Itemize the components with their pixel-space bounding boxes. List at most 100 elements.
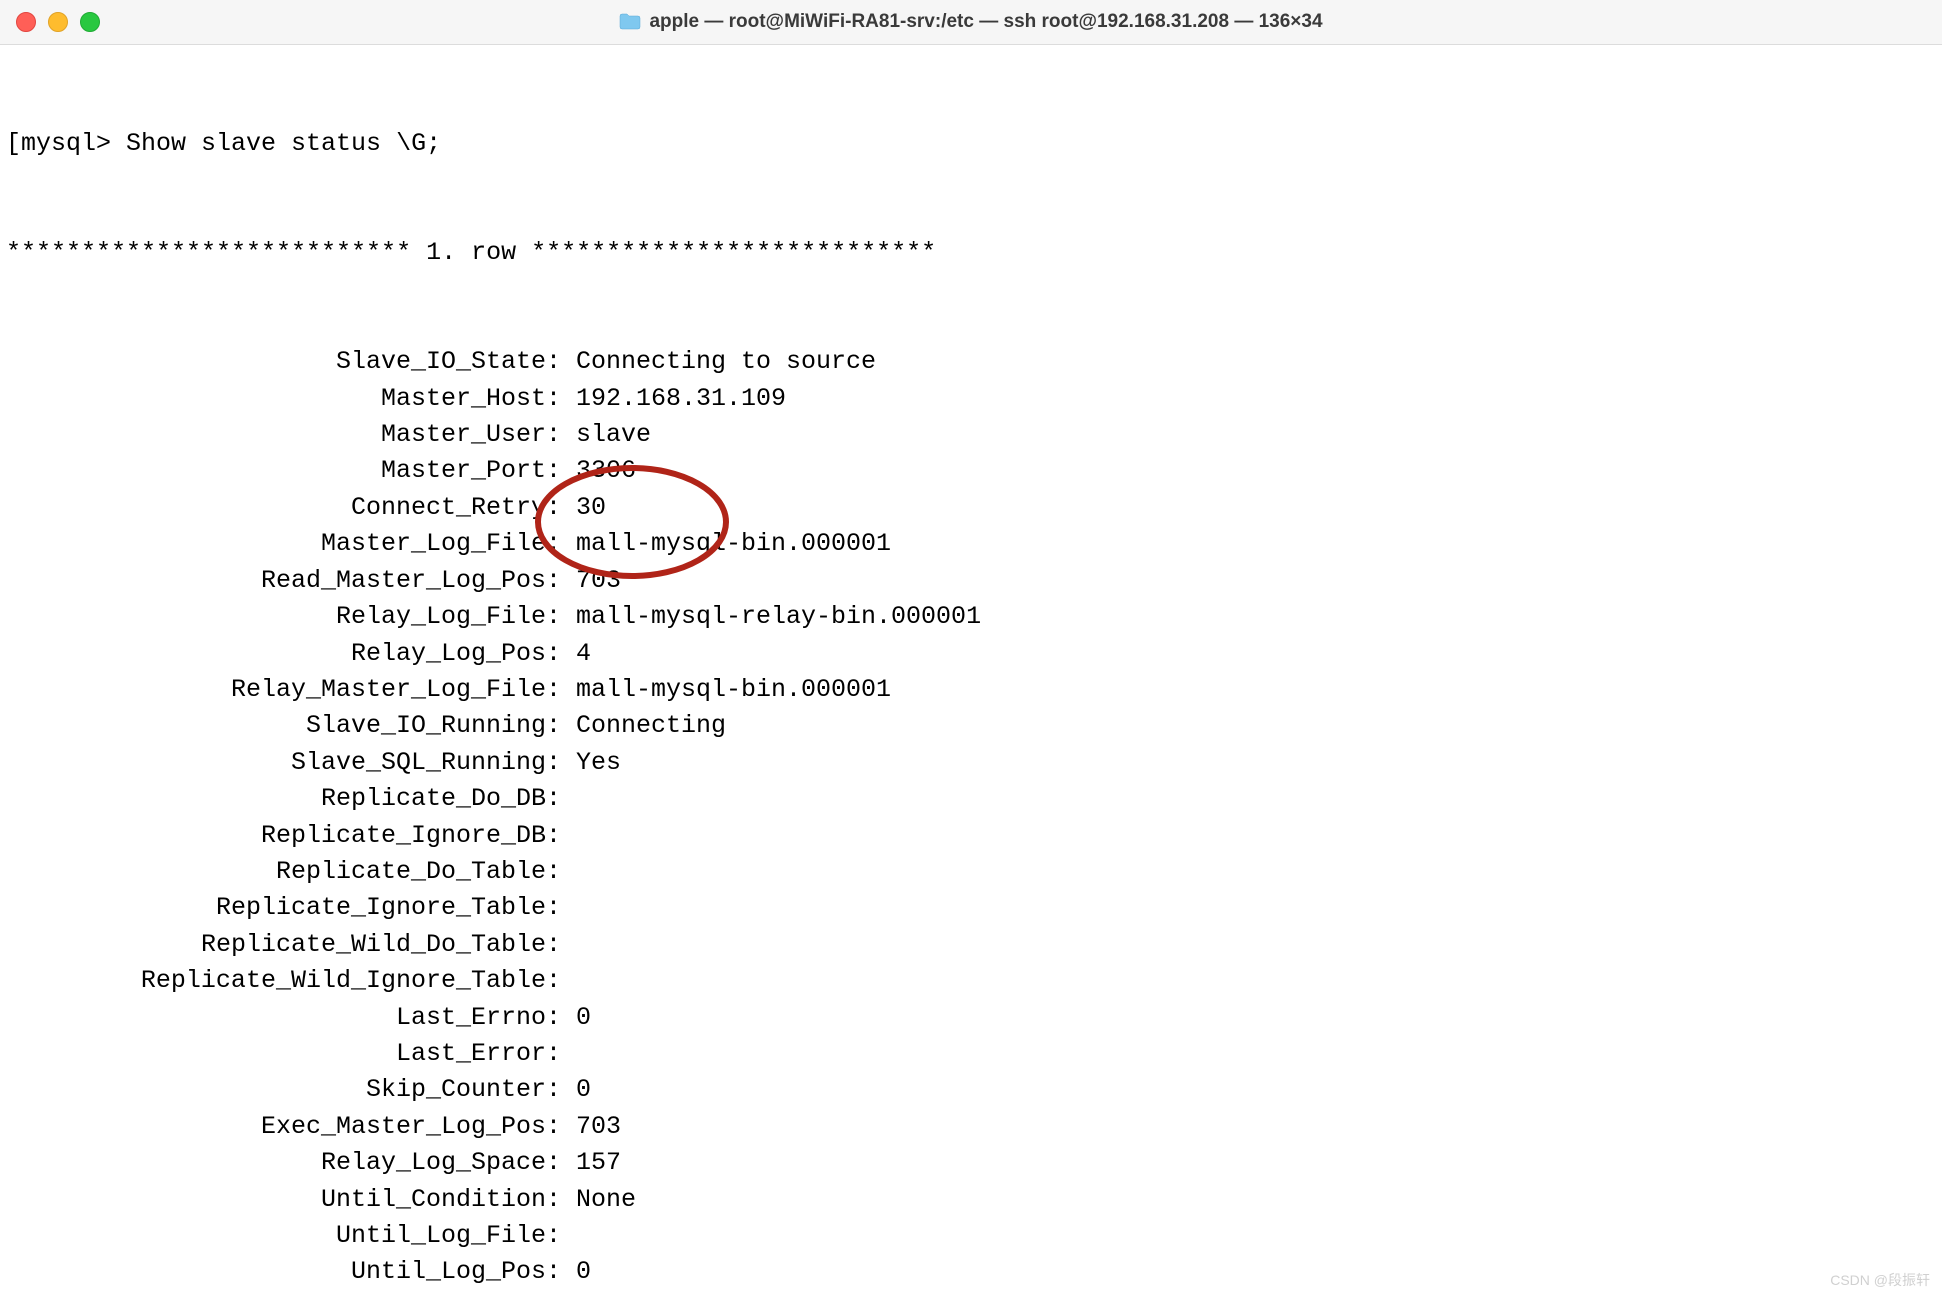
status-label: Replicate_Wild_Ignore_Table bbox=[6, 963, 546, 999]
prompt-line: [mysql> Show slave status \G; bbox=[6, 126, 1936, 162]
status-label: Until_Condition bbox=[6, 1182, 546, 1218]
status-row: Read_Master_Log_Pos: 703 bbox=[6, 563, 1936, 599]
slave-status-fields: Slave_IO_State: Connecting to sourceMast… bbox=[6, 344, 1936, 1296]
window-title: apple — root@MiWiFi-RA81-srv:/etc — ssh … bbox=[649, 11, 1322, 33]
window-titlebar: apple — root@MiWiFi-RA81-srv:/etc — ssh … bbox=[0, 0, 1942, 45]
colon-separator: : bbox=[546, 526, 576, 562]
terminal-body[interactable]: [mysql> Show slave status \G; **********… bbox=[0, 45, 1942, 1296]
colon-separator: : bbox=[546, 1254, 576, 1290]
status-row: Until_Log_File: bbox=[6, 1218, 1936, 1254]
status-row: Relay_Log_Pos: 4 bbox=[6, 636, 1936, 672]
status-value: 703 bbox=[576, 563, 621, 599]
colon-separator: : bbox=[546, 417, 576, 453]
status-value: 0 bbox=[576, 1072, 591, 1108]
status-row: Master_Port: 3306 bbox=[6, 453, 1936, 489]
colon-separator: : bbox=[546, 818, 576, 854]
status-row: Master_Log_File: mall-mysql-bin.000001 bbox=[6, 526, 1936, 562]
status-row: Last_Errno: 0 bbox=[6, 1000, 1936, 1036]
colon-separator: : bbox=[546, 781, 576, 817]
minimize-button[interactable] bbox=[48, 12, 68, 32]
colon-separator: : bbox=[546, 963, 576, 999]
colon-separator: : bbox=[546, 636, 576, 672]
colon-separator: : bbox=[546, 854, 576, 890]
status-label: Last_Errno bbox=[6, 1000, 546, 1036]
status-label: Until_Log_File bbox=[6, 1218, 546, 1254]
title-area: apple — root@MiWiFi-RA81-srv:/etc — ssh … bbox=[0, 11, 1942, 33]
status-value: 0 bbox=[576, 1000, 591, 1036]
status-row: Last_Error: bbox=[6, 1036, 1936, 1072]
status-label: Connect_Retry bbox=[6, 490, 546, 526]
colon-separator: : bbox=[546, 672, 576, 708]
status-value: mall-mysql-bin.000001 bbox=[576, 526, 891, 562]
status-row: Until_Log_Pos: 0 bbox=[6, 1254, 1936, 1290]
colon-separator: : bbox=[546, 708, 576, 744]
status-value: None bbox=[576, 1182, 636, 1218]
status-label: Master_User bbox=[6, 417, 546, 453]
status-row: Slave_IO_Running: Connecting bbox=[6, 708, 1936, 744]
status-label: Replicate_Ignore_DB bbox=[6, 818, 546, 854]
colon-separator: : bbox=[546, 1000, 576, 1036]
status-value: Connecting to source bbox=[576, 344, 876, 380]
status-row: Until_Condition: None bbox=[6, 1182, 1936, 1218]
colon-separator: : bbox=[546, 1109, 576, 1145]
maximize-button[interactable] bbox=[80, 12, 100, 32]
status-row: Replicate_Do_Table: bbox=[6, 854, 1936, 890]
close-button[interactable] bbox=[16, 12, 36, 32]
status-row: Replicate_Ignore_DB: bbox=[6, 818, 1936, 854]
status-label: Read_Master_Log_Pos bbox=[6, 563, 546, 599]
status-row: Master_Host: 192.168.31.109 bbox=[6, 381, 1936, 417]
colon-separator: : bbox=[546, 927, 576, 963]
colon-separator: : bbox=[546, 1218, 576, 1254]
status-row: Replicate_Ignore_Table: bbox=[6, 890, 1936, 926]
status-label: Master_Log_File bbox=[6, 526, 546, 562]
colon-separator: : bbox=[546, 1182, 576, 1218]
status-value: 157 bbox=[576, 1145, 621, 1181]
colon-separator: : bbox=[546, 563, 576, 599]
status-value: No bbox=[576, 1291, 606, 1296]
colon-separator: : bbox=[546, 453, 576, 489]
traffic-lights bbox=[0, 12, 100, 32]
status-value: mall-mysql-bin.000001 bbox=[576, 672, 891, 708]
colon-separator: : bbox=[546, 745, 576, 781]
status-row: Master_User: slave bbox=[6, 417, 1936, 453]
colon-separator: : bbox=[546, 599, 576, 635]
status-row: Relay_Log_File: mall-mysql-relay-bin.000… bbox=[6, 599, 1936, 635]
status-row: Replicate_Wild_Do_Table: bbox=[6, 927, 1936, 963]
status-row: Relay_Log_Space: 157 bbox=[6, 1145, 1936, 1181]
colon-separator: : bbox=[546, 344, 576, 380]
status-row: Replicate_Do_DB: bbox=[6, 781, 1936, 817]
status-value: Yes bbox=[576, 745, 621, 781]
status-label: Master_SSL_Allowed bbox=[6, 1291, 546, 1296]
status-row: Relay_Master_Log_File: mall-mysql-bin.00… bbox=[6, 672, 1936, 708]
status-label: Master_Port bbox=[6, 453, 546, 489]
status-label: Replicate_Wild_Do_Table bbox=[6, 927, 546, 963]
status-value: 3306 bbox=[576, 453, 636, 489]
status-label: Replicate_Ignore_Table bbox=[6, 890, 546, 926]
watermark-text: CSDN @段振轩 bbox=[1830, 1270, 1930, 1290]
status-label: Replicate_Do_DB bbox=[6, 781, 546, 817]
status-label: Relay_Log_Pos bbox=[6, 636, 546, 672]
status-value: 192.168.31.109 bbox=[576, 381, 786, 417]
status-label: Relay_Master_Log_File bbox=[6, 672, 546, 708]
status-row: Exec_Master_Log_Pos: 703 bbox=[6, 1109, 1936, 1145]
status-label: Replicate_Do_Table bbox=[6, 854, 546, 890]
status-value: 30 bbox=[576, 490, 606, 526]
row-header: *************************** 1. row *****… bbox=[6, 235, 1936, 271]
status-label: Until_Log_Pos bbox=[6, 1254, 546, 1290]
colon-separator: : bbox=[546, 890, 576, 926]
status-label: Slave_IO_Running bbox=[6, 708, 546, 744]
status-row: Connect_Retry: 30 bbox=[6, 490, 1936, 526]
status-label: Skip_Counter bbox=[6, 1072, 546, 1108]
colon-separator: : bbox=[546, 1145, 576, 1181]
status-row: Slave_SQL_Running: Yes bbox=[6, 745, 1936, 781]
status-row: Replicate_Wild_Ignore_Table: bbox=[6, 963, 1936, 999]
status-label: Slave_IO_State bbox=[6, 344, 546, 380]
status-row: Slave_IO_State: Connecting to source bbox=[6, 344, 1936, 380]
status-value: 703 bbox=[576, 1109, 621, 1145]
status-label: Master_Host bbox=[6, 381, 546, 417]
status-value: 4 bbox=[576, 636, 591, 672]
status-label: Last_Error bbox=[6, 1036, 546, 1072]
status-value: 0 bbox=[576, 1254, 591, 1290]
colon-separator: : bbox=[546, 1036, 576, 1072]
terminal-window: apple — root@MiWiFi-RA81-srv:/etc — ssh … bbox=[0, 0, 1942, 1296]
